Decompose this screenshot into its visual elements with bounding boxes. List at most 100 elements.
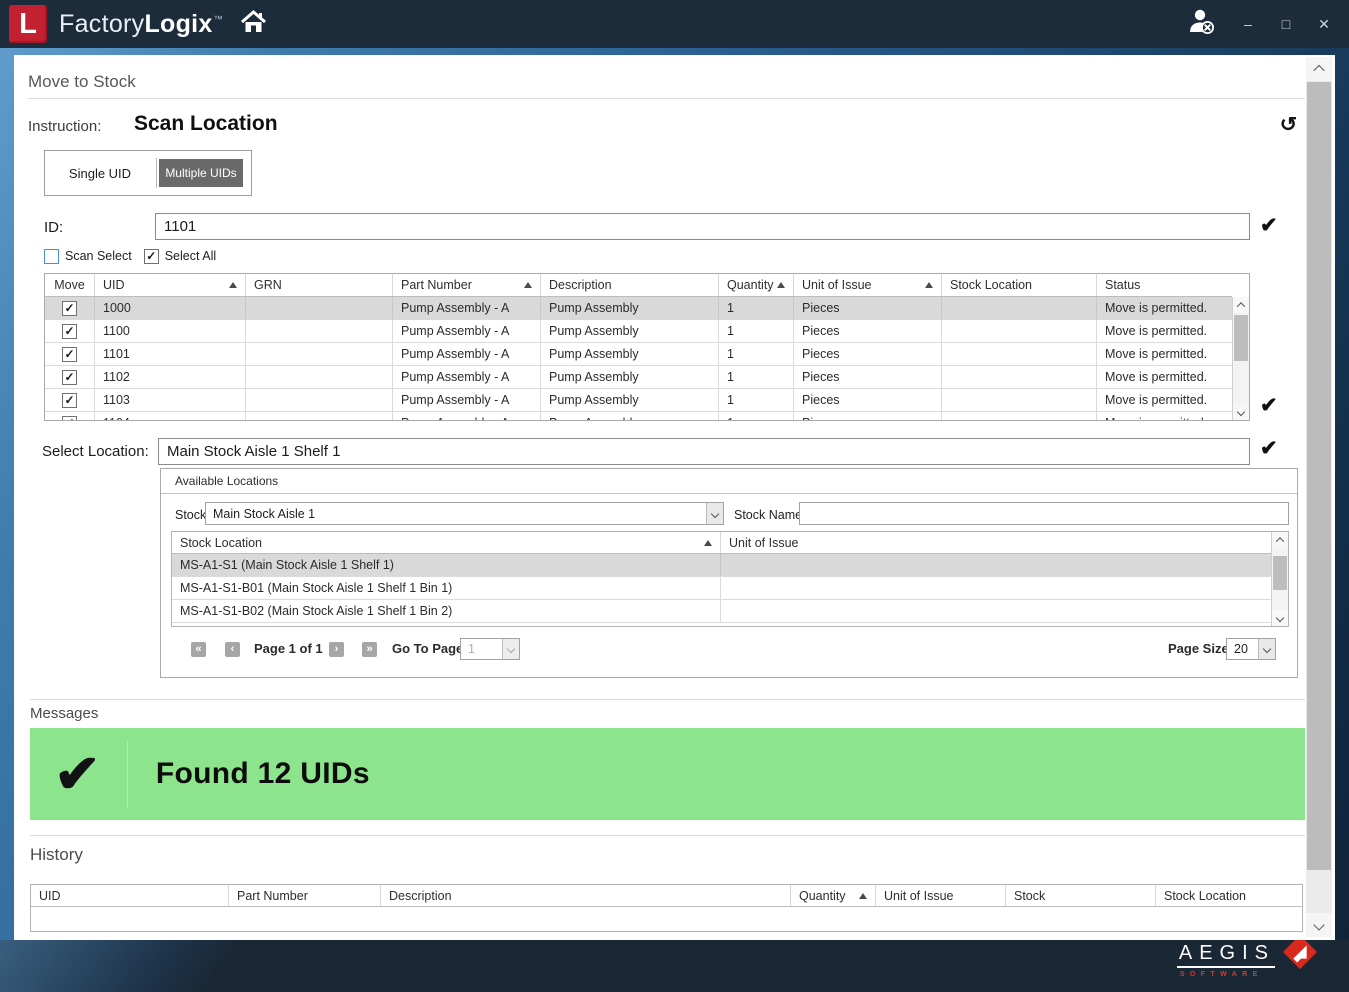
row-checkbox[interactable]: ✓ [62,393,77,408]
scroll-up-button[interactable] [1272,532,1288,548]
row-part-number[interactable]: Pump Assembly - A [393,297,541,319]
row-part-number[interactable]: Pump Assembly - A [393,366,541,388]
close-button[interactable]: ✕ [1315,15,1333,33]
row-stock-location[interactable] [942,389,1097,411]
col-quantity[interactable]: Quantity [719,274,794,296]
next-page-button[interactable]: › [329,642,344,657]
dropdown-arrow-button[interactable] [706,503,723,524]
row-grn[interactable] [246,389,393,411]
grid-confirm-check-icon[interactable]: ✔ [1260,393,1278,418]
scroll-up-button[interactable] [1306,57,1332,81]
multiple-uids-button[interactable]: Multiple UIDs [159,159,243,187]
row-quantity[interactable]: 1 [719,343,794,365]
row-grn[interactable] [246,320,393,342]
col-uid[interactable]: UID [95,274,246,296]
row-unit-of-issue[interactable]: Pieces [794,320,942,342]
row-uid[interactable]: 1103 [95,389,246,411]
table-row-partial[interactable]: ✓ 1104 Pump Assembly - A Pump Assembly 1… [45,412,1232,421]
location-unit[interactable] [721,554,1271,576]
row-status[interactable]: Move is permitted. [1097,366,1232,388]
col-move[interactable]: Move [45,274,95,296]
scrollbar-thumb[interactable] [1234,315,1248,361]
row-unit-of-issue[interactable]: Pieces [794,389,942,411]
row-description[interactable]: Pump Assembly [541,366,719,388]
table-row[interactable]: ✓ 1000 Pump Assembly - A Pump Assembly 1… [45,297,1232,320]
row-grn[interactable] [246,412,393,421]
minimize-button[interactable]: – [1239,15,1257,33]
stock-dropdown[interactable]: Main Stock Aisle 1 [205,502,724,525]
col-unit-of-issue[interactable]: Unit of Issue [876,885,1006,906]
row-stock-location[interactable] [942,297,1097,319]
row-quantity[interactable]: 1 [719,297,794,319]
row-unit-of-issue[interactable]: Pieces [794,343,942,365]
row-grn[interactable] [246,343,393,365]
row-part-number[interactable]: Pump Assembly - A [393,412,541,421]
user-session-button[interactable] [1185,7,1219,41]
row-part-number[interactable]: Pump Assembly - A [393,389,541,411]
col-uid[interactable]: UID [31,885,229,906]
refresh-icon[interactable]: ↺ [1280,112,1298,137]
go-to-page-dropdown[interactable]: 1 [460,638,520,660]
col-part-number[interactable]: Part Number [229,885,381,906]
row-checkbox[interactable]: ✓ [62,324,77,339]
location-row[interactable]: MS-A1-S1 (Main Stock Aisle 1 Shelf 1) [172,554,1271,577]
row-description[interactable]: Pump Assembly [541,389,719,411]
location-table-scrollbar[interactable] [1271,532,1288,626]
scroll-up-button[interactable] [1233,297,1249,313]
col-part-number[interactable]: Part Number [393,274,541,296]
previous-page-button[interactable]: ‹ [225,642,240,657]
col-unit-of-issue[interactable]: Unit of Issue [721,532,1271,553]
page-scrollbar[interactable] [1306,57,1332,937]
row-checkbox[interactable]: ✓ [62,370,77,385]
row-part-number[interactable]: Pump Assembly - A [393,320,541,342]
row-uid[interactable]: 1104 [95,412,246,421]
row-stock-location[interactable] [942,366,1097,388]
scroll-down-button[interactable] [1306,913,1332,937]
row-quantity[interactable]: 1 [719,366,794,388]
maximize-button[interactable]: □ [1277,15,1295,33]
row-uid[interactable]: 1100 [95,320,246,342]
row-uid[interactable]: 1000 [95,297,246,319]
row-description[interactable]: Pump Assembly [541,412,719,421]
id-input[interactable] [155,213,1250,240]
location-unit[interactable] [721,577,1271,599]
row-unit-of-issue[interactable]: Pieces [794,366,942,388]
row-quantity[interactable]: 1 [719,320,794,342]
row-stock-location[interactable] [942,412,1097,421]
dropdown-arrow-button[interactable] [1258,639,1275,659]
row-status[interactable]: Move is permitted. [1097,412,1232,421]
scrollbar-thumb[interactable] [1307,82,1331,870]
col-grn[interactable]: GRN [246,274,393,296]
col-unit-of-issue[interactable]: Unit of Issue [794,274,942,296]
dropdown-arrow-button[interactable] [502,639,519,659]
scroll-down-button[interactable] [1272,610,1288,626]
location-name[interactable]: MS-A1-S1 (Main Stock Aisle 1 Shelf 1) [172,554,721,576]
row-grn[interactable] [246,297,393,319]
uid-table-scrollbar[interactable] [1232,297,1249,420]
row-part-number[interactable]: Pump Assembly - A [393,343,541,365]
table-row[interactable]: ✓ 1103 Pump Assembly - A Pump Assembly 1… [45,389,1232,412]
single-uid-button[interactable]: Single UID [45,151,155,195]
location-confirm-check-icon[interactable]: ✔ [1260,436,1278,461]
row-quantity[interactable]: 1 [719,389,794,411]
row-description[interactable]: Pump Assembly [541,343,719,365]
last-page-button[interactable]: » [362,642,377,657]
select-location-input[interactable] [158,438,1250,465]
row-status[interactable]: Move is permitted. [1097,343,1232,365]
col-stock-location[interactable]: Stock Location [1156,885,1302,906]
row-status[interactable]: Move is permitted. [1097,389,1232,411]
location-row[interactable]: MS-A1-S1-B02 (Main Stock Aisle 1 Shelf 1… [172,600,1271,623]
row-status[interactable]: Move is permitted. [1097,297,1232,319]
location-unit[interactable] [721,600,1271,622]
row-checkbox[interactable]: ✓ [62,347,77,362]
select-all-checkbox[interactable]: ✓ [144,249,159,264]
id-confirm-check-icon[interactable]: ✔ [1260,213,1278,238]
scroll-down-button[interactable] [1233,404,1249,420]
row-checkbox[interactable]: ✓ [62,301,77,316]
row-status[interactable]: Move is permitted. [1097,320,1232,342]
row-unit-of-issue[interactable]: Pieces [794,412,942,421]
col-quantity[interactable]: Quantity [791,885,876,906]
row-quantity[interactable]: 1 [719,412,794,421]
first-page-button[interactable]: « [191,642,206,657]
row-stock-location[interactable] [942,343,1097,365]
